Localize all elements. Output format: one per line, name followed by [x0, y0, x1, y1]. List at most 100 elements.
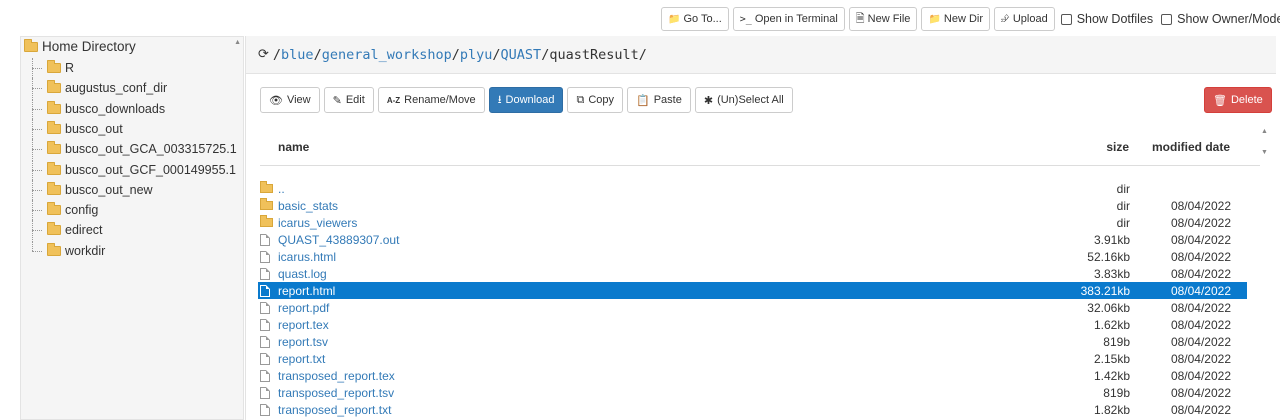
tree-item[interactable]: busco_out_new [30, 179, 153, 200]
table-row[interactable]: report.tsv 819b 08/04/2022 [258, 333, 1247, 350]
file-modified-date: 08/04/2022 [1170, 198, 1231, 213]
new-file-button[interactable]: 🗎 New File [848, 7, 918, 31]
table-row[interactable]: transposed_report.txt 1.82kb 08/04/2022 [258, 401, 1247, 418]
refresh-icon[interactable]: ⟳ [258, 47, 269, 62]
file-name-link[interactable]: .. [278, 182, 285, 196]
file-name-link[interactable]: transposed_report.txt [278, 403, 391, 417]
file-name-link[interactable]: icarus.html [278, 250, 336, 264]
select-all-label: (Un)Select All [717, 94, 784, 106]
file-name-link[interactable]: basic_stats [278, 199, 338, 213]
goto-button[interactable]: 📁 Go To... [661, 7, 729, 31]
tree-branch-line [30, 179, 44, 200]
file-size: 3.91kb [1093, 232, 1130, 247]
file-name-link[interactable]: transposed_report.tsv [278, 386, 394, 400]
table-row[interactable]: report.html 383.21kb 08/04/2022 [258, 282, 1247, 299]
open-terminal-button[interactable]: >_ Open in Terminal [732, 7, 845, 31]
delete-label: Delete [1230, 94, 1263, 106]
file-size: 32.06kb [1087, 300, 1130, 315]
file-size: 383.21kb [1080, 283, 1130, 298]
tree-item[interactable]: busco_out_GCF_000149955.1 [30, 159, 236, 180]
file-name-link[interactable]: quast.log [278, 267, 327, 281]
tree-item[interactable]: workdir [30, 240, 105, 261]
row-icon [258, 369, 278, 382]
folder-icon [47, 242, 61, 256]
file-name-link[interactable]: transposed_report.tex [278, 369, 395, 383]
tree-item[interactable]: busco_out_GCA_003315725.1 [30, 139, 237, 160]
tree-item[interactable]: config [30, 200, 98, 221]
file-name-link[interactable]: icarus_viewers [278, 216, 357, 230]
download-button[interactable]: ⭳ Download [488, 87, 564, 113]
file-name-link[interactable]: report.tex [278, 318, 329, 332]
checkbox-box[interactable] [1161, 13, 1173, 25]
row-icon [258, 181, 278, 193]
column-header-size[interactable]: size [1106, 140, 1129, 154]
table-row[interactable]: report.txt 2.15kb 08/04/2022 [258, 350, 1247, 367]
scroll-up-arrow-icon[interactable]: ▲ [234, 39, 241, 46]
rename-label: Rename/Move [404, 94, 476, 106]
file-size: dir [1116, 215, 1130, 230]
folder-icon [47, 161, 61, 175]
tree-item-label: busco_downloads [65, 101, 166, 116]
table-scrollbar[interactable]: ▲ ▼ [1261, 128, 1275, 156]
table-row[interactable]: QUAST_43889307.out 3.91kb 08/04/2022 [258, 231, 1247, 248]
tree-item[interactable]: R [30, 58, 74, 78]
file-actions-toolbar: 👁 View ✎ Edit A-Z Rename/Move ⭳ Download… [260, 87, 797, 113]
folder-icon [260, 181, 273, 193]
scroll-up-arrow-icon[interactable]: ▲ [1261, 128, 1275, 135]
file-size: dir [1116, 181, 1130, 196]
table-row[interactable]: transposed_report.tsv 819b 08/04/2022 [258, 384, 1247, 401]
file-name-link[interactable]: report.txt [278, 352, 325, 366]
checkbox-box[interactable] [1060, 13, 1072, 25]
table-row[interactable]: transposed_report.tex 1.42kb 08/04/2022 [258, 367, 1247, 384]
table-row[interactable]: .. dir [258, 180, 1247, 197]
table-row[interactable]: quast.log 3.83kb 08/04/2022 [258, 265, 1247, 282]
file-icon [260, 386, 270, 399]
folder-icon [47, 120, 61, 134]
column-header-modified-date[interactable]: modified date [1152, 140, 1230, 154]
file-name-link[interactable]: report.html [278, 284, 335, 298]
paste-button[interactable]: 📋 Paste [627, 87, 691, 113]
upload-button[interactable]: ⮵ Upload [994, 7, 1055, 31]
file-size: 2.15kb [1093, 351, 1130, 366]
file-modified-date: 08/04/2022 [1170, 368, 1231, 383]
new-file-label: New File [867, 13, 911, 25]
view-button[interactable]: 👁 View [260, 87, 320, 113]
folder-icon [47, 141, 61, 155]
breadcrumb-link-plyu[interactable]: plyu [460, 47, 493, 63]
delete-button[interactable]: 🗑 Delete [1204, 87, 1272, 113]
tree-item[interactable]: edirect [30, 220, 103, 241]
tree-root-home[interactable]: Home Directory [24, 38, 136, 54]
scroll-down-arrow-icon[interactable]: ▼ [1261, 149, 1275, 156]
folder-icon [47, 60, 61, 73]
edit-button[interactable]: ✎ Edit [323, 87, 374, 113]
file-name-link[interactable]: report.tsv [278, 335, 328, 349]
column-header-name[interactable]: name [278, 140, 309, 154]
breadcrumb-link-blue[interactable]: blue [281, 47, 314, 63]
new-dir-button[interactable]: 📁 New Dir [921, 7, 991, 31]
show-owner-label: Show Owner/Mode [1177, 12, 1280, 26]
breadcrumb-current: quastResult [549, 46, 639, 63]
terminal-label: Open in Terminal [754, 13, 838, 25]
table-row[interactable]: basic_stats dir 08/04/2022 [258, 197, 1247, 214]
breadcrumb-link-quast[interactable]: QUAST [501, 47, 542, 63]
tree-item[interactable]: busco_out [30, 118, 123, 139]
table-row[interactable]: report.pdf 32.06kb 08/04/2022 [258, 299, 1247, 316]
show-dotfiles-checkbox[interactable]: Show Dotfiles [1060, 12, 1153, 26]
breadcrumb-link-general-workshop[interactable]: general_workshop [322, 47, 452, 63]
table-row[interactable]: icarus.html 52.16kb 08/04/2022 [258, 248, 1247, 265]
file-name-link[interactable]: QUAST_43889307.out [278, 233, 399, 247]
tree-item[interactable]: busco_downloads [30, 98, 166, 119]
select-all-button[interactable]: ✱ (Un)Select All [694, 87, 793, 113]
tree-item[interactable]: augustus_conf_dir [30, 78, 167, 99]
file-icon [260, 301, 270, 314]
rename-move-button[interactable]: A-Z Rename/Move [377, 87, 485, 113]
table-row[interactable]: report.tex 1.62kb 08/04/2022 [258, 316, 1247, 333]
breadcrumb-separator: / [451, 46, 460, 63]
eye-icon: 👁 [269, 94, 283, 107]
sort-alpha-icon: A-Z [386, 95, 401, 105]
file-icon [260, 352, 270, 365]
table-row[interactable]: icarus_viewers dir 08/04/2022 [258, 214, 1247, 231]
file-name-link[interactable]: report.pdf [278, 301, 329, 315]
show-owner-checkbox[interactable]: Show Owner/Mode [1161, 12, 1280, 26]
copy-button[interactable]: ⧉ Copy [567, 87, 624, 113]
